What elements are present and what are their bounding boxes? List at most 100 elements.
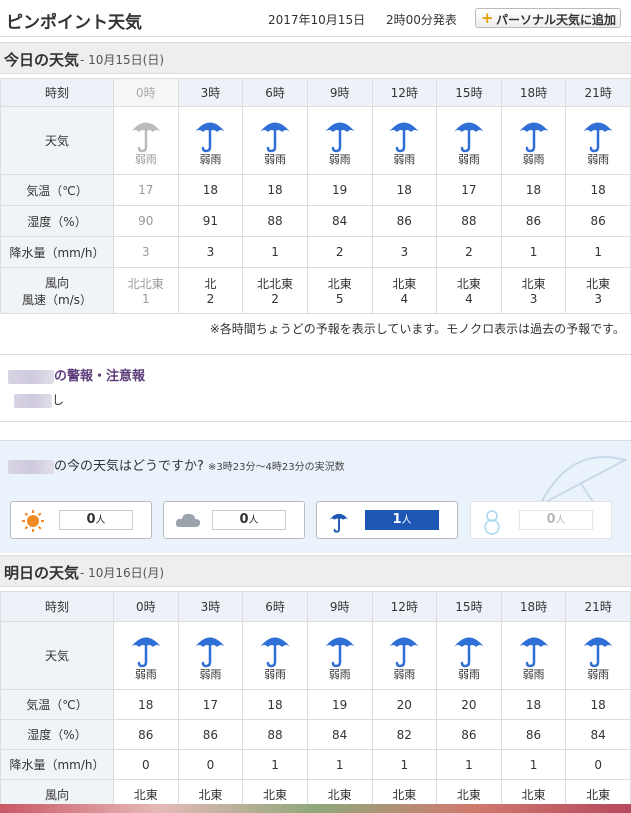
sun-icon <box>21 509 45 537</box>
wind-direction: 北東 <box>327 277 352 291</box>
weather-label: 弱雨 <box>522 667 545 681</box>
weather-label: 弱雨 <box>457 152 480 166</box>
precip-cell: 1 <box>565 236 631 268</box>
vote-count: 1人 <box>365 510 439 530</box>
wind-direction: 北東 <box>586 277 611 291</box>
wind-direction: 北東 <box>521 788 546 802</box>
precip-cell: 1 <box>500 749 567 780</box>
time-cell: 6時 <box>242 591 308 622</box>
umbrella-icon <box>308 630 372 668</box>
wind-direction: 北東 <box>521 277 546 291</box>
tomorrow-title: 明日の天気 <box>4 564 80 582</box>
humidity-cell: 84 <box>565 719 631 750</box>
wind-speed: 1 <box>141 292 150 306</box>
temp-cell: 19 <box>306 174 373 206</box>
row-label-wind: 風向 風速（m/s） <box>0 267 114 314</box>
add-button-label: パーソナル天気に追加 <box>496 13 617 27</box>
precip-cell: 3 <box>113 236 179 268</box>
wind-cell: 北東 4 <box>436 267 502 314</box>
today-title: 今日の天気 <box>4 51 80 69</box>
humidity-cell: 86 <box>500 719 567 750</box>
weather-label: 弱雨 <box>199 152 222 166</box>
wind-direction: 北東 <box>392 277 417 291</box>
humidity-cell: 82 <box>371 719 438 750</box>
temp-cell: 18 <box>565 689 631 720</box>
weather-cell: 弱雨 <box>177 106 244 175</box>
weather-cell: 弱雨 <box>371 106 438 175</box>
today-section-header: 今日の天気 - 10月15日(日) <box>0 42 631 74</box>
row-label-time: 時刻 <box>0 591 114 622</box>
time-cell: 9時 <box>306 591 373 622</box>
time-cell: 3時 <box>177 591 244 622</box>
current-weather-vote-panel: の今の天気はどうですか? ※3時23分～4時23分の実況数 0人 0人 1人 0人 <box>0 440 631 553</box>
wind-speed: 4 <box>465 292 473 306</box>
vote-count: 0人 <box>519 510 593 530</box>
vote-button-umbrella[interactable]: 1人 <box>316 501 458 539</box>
temp-cell: 20 <box>371 689 438 720</box>
wind-cell: 北北東 2 <box>242 267 308 314</box>
temp-cell: 17 <box>177 689 244 720</box>
weather-cell: 弱雨 <box>113 621 179 690</box>
row-label-temp: 気温（℃） <box>0 689 114 720</box>
umbrella-icon <box>327 509 351 537</box>
tomorrow-section-header: 明日の天気 - 10月16日(月) <box>0 555 631 587</box>
humidity-cell: 90 <box>113 205 179 237</box>
forecast-note: ※各時間ちょうどの予報を表示しています。モノクロ表示は過去の予報です。 <box>209 322 625 336</box>
today-forecast-table: 時刻 0時 3時 6時 9時 12時 15時 18時 21時 天気 弱雨 弱雨 弱雨 弱雨 弱雨 弱雨 弱雨 弱… <box>0 78 631 314</box>
weather-cell: 弱雨 <box>436 106 502 175</box>
wind-cell: 北2 <box>177 267 244 314</box>
vote-button-sun[interactable]: 0人 <box>10 501 152 539</box>
row-label-weather: 天気 <box>0 106 114 175</box>
wind-cell: 北東 3 <box>500 267 567 314</box>
humidity-cell: 91 <box>177 205 244 237</box>
add-personal-weather-button[interactable]: + パーソナル天気に追加 <box>475 8 621 28</box>
weather-label: 弱雨 <box>264 667 287 681</box>
vote-count: 0人 <box>212 510 286 530</box>
temp-cell: 18 <box>500 689 567 720</box>
wind-direction: 北東 <box>392 788 417 802</box>
weather-cell: 弱雨 <box>436 621 502 690</box>
cloud-icon <box>174 509 202 535</box>
snowman-icon <box>481 509 503 539</box>
weather-label: 弱雨 <box>393 667 416 681</box>
vote-button-snowman[interactable]: 0人 <box>470 501 612 539</box>
umbrella-icon <box>437 115 501 153</box>
umbrella-icon <box>502 630 566 668</box>
weather-cell: 弱雨 <box>500 106 567 175</box>
umbrella-icon <box>308 115 372 153</box>
temp-cell: 18 <box>177 174 244 206</box>
temp-cell: 19 <box>306 689 373 720</box>
temp-cell: 18 <box>242 174 308 206</box>
forecast-date: 2017年10月15日 <box>268 13 366 27</box>
time-cell: 0時 <box>113 591 179 622</box>
precip-cell: 1 <box>371 749 438 780</box>
precip-cell: 3 <box>371 236 438 268</box>
umbrella-icon <box>502 115 566 153</box>
vote-count: 0人 <box>59 510 133 530</box>
wind-speed: 2 <box>206 292 215 306</box>
weather-label: 弱雨 <box>134 152 157 166</box>
vote-button-cloud[interactable]: 0人 <box>163 501 305 539</box>
umbrella-icon <box>437 630 501 668</box>
umbrella-icon <box>179 115 243 153</box>
precip-cell: 3 <box>177 236 244 268</box>
weather-label: 弱雨 <box>264 152 287 166</box>
wind-direction: 北 <box>204 277 217 291</box>
precip-cell: 1 <box>242 749 308 780</box>
temp-cell: 18 <box>500 174 567 206</box>
warning-title[interactable]: の警報・注意報 <box>8 365 145 384</box>
humidity-cell: 88 <box>242 205 308 237</box>
weather-label: 弱雨 <box>199 667 222 681</box>
precip-cell: 1 <box>500 236 567 268</box>
wind-direction: 北東 <box>586 788 611 802</box>
wind-direction: 北東 <box>198 788 223 802</box>
wind-speed-label: 風速（m/s） <box>22 292 92 307</box>
precip-cell: 1 <box>306 749 373 780</box>
row-label-precip: 降水量（mm/h） <box>0 749 114 780</box>
umbrella-icon <box>566 630 630 668</box>
time-cell: 0時 <box>113 78 179 107</box>
time-cell: 18時 <box>500 591 567 622</box>
issued-time: 2時00分発表 <box>386 13 457 27</box>
wind-cell: 北東 3 <box>565 267 631 314</box>
time-cell: 18時 <box>500 78 567 107</box>
